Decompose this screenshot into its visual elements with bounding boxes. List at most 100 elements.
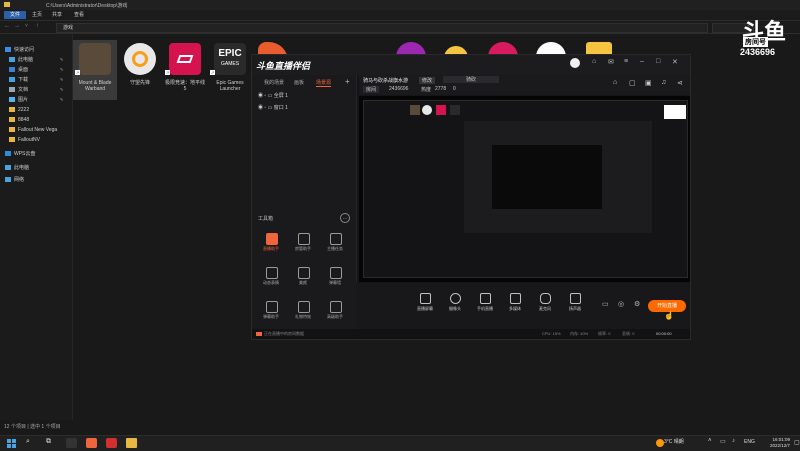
download-icon [9,77,15,83]
nav-folder-8848[interactable]: 8848 [9,116,29,124]
nav-pictures[interactable]: 图片 [9,96,28,104]
store-icon[interactable]: ⌂ [613,79,617,86]
tab-my-scenes[interactable]: 我的场景 [264,79,284,86]
network-icon[interactable]: ▭ [720,438,726,445]
tool-beauty[interactable]: 美颜 [288,267,318,289]
room-label: 房间号 [743,37,768,47]
record-video-icon[interactable]: ▭ [602,300,609,308]
avatar[interactable] [570,58,580,68]
nav-quick-access[interactable]: 快速访问 [5,46,34,54]
nav-folder-fallout-new-vega[interactable]: Fallout New Vega [9,126,57,134]
nav-downloads[interactable]: 下载 [9,76,28,84]
maximize-icon[interactable]: □ [656,58,660,65]
pc-icon [5,165,11,171]
speaker-button[interactable]: 扬声器 [562,293,588,319]
weather-icon[interactable] [656,439,664,447]
mouse-cursor-icon: ☝ [664,311,674,320]
tool-live-assistant[interactable]: 直播助手 [256,233,286,255]
search-icon[interactable]: ⌕ [26,438,37,448]
back-arrow-icon[interactable]: ← [4,23,10,29]
up-arrow-icon[interactable]: ↑ [36,23,39,29]
download-icon [266,301,278,313]
tab-file[interactable]: 文件 [4,11,27,19]
mem-stat: 内存: 40% [570,331,589,336]
beauty-icon [298,267,310,279]
hot-label: 热度 [421,87,432,93]
douyu-taskbar-icon[interactable] [86,438,97,448]
tab-share[interactable]: 共享 [46,11,68,19]
eye-icon[interactable]: ◎ [618,300,624,308]
windows-start-icon[interactable] [6,438,17,448]
minimize-icon[interactable]: – [640,58,644,65]
nav-documents[interactable]: 文档 [9,86,28,94]
clock[interactable]: 16:01:09 2022/12/7 [770,437,790,449]
phone-icon [480,293,491,304]
record-icon[interactable]: ▢ [629,79,636,87]
nav-desktop[interactable]: 桌面 [9,66,28,74]
shirt-icon[interactable]: ⌂ [592,58,596,65]
task-view-icon[interactable]: ⧉ [46,438,57,448]
tab-view[interactable]: 查看 [68,11,90,19]
language-indicator[interactable]: ENG [744,439,755,445]
nested-file-icon [410,105,420,115]
video-taskbar-icon[interactable] [106,438,117,448]
nav-this-pc-root[interactable]: 此电脑 [5,164,29,172]
notification-icon[interactable]: ♫ [661,79,666,86]
task-icon [330,233,342,245]
live-title: 骑马与砍杀战旗水游 [363,78,409,84]
tool-danmaku-assistant[interactable]: 弹幕助手 [256,301,286,323]
scene-item[interactable]: ◉ ▫ ▭ 窗口 1 [258,103,288,113]
room-id: 2436696 [389,86,409,92]
close-icon[interactable]: ✕ [672,58,678,66]
message-icon[interactable]: ✉ [608,58,614,66]
menu-icon[interactable]: ≡ [624,58,628,65]
gear-icon[interactable]: ⚙ [634,300,640,308]
more-icon[interactable]: … [340,213,350,223]
nav-folder-falloutnv[interactable]: FalloutNV [9,136,40,144]
tab-home[interactable]: 主页 [26,11,48,19]
weather-text[interactable]: 3°C 晴朗 [664,438,684,445]
screen-capture-button[interactable]: 直播屏幕 [412,293,438,319]
explorer-status: 12 个项目 | 选中 1 个项目 [4,424,61,430]
bottom-toolbar: 直播屏幕 摄像头 手机直播 多媒体 麦克风 扬声器 ▭ ◎ ⚙ 开始直播 ☝ [356,283,690,329]
tool-streamer-task[interactable]: 主播任务 [320,233,350,255]
nav-network[interactable]: 网络 [5,176,24,184]
camera-button[interactable]: 摄像头 [442,293,468,319]
mobile-live-button[interactable]: 手机直播 [472,293,498,319]
address-input[interactable]: 游戏 [56,23,708,33]
add-icon[interactable]: + [345,77,350,86]
nav-folder-2222[interactable]: 2222 [9,106,29,114]
tool-gift-effects[interactable]: 礼物特效 [288,301,318,323]
tab-scene-source[interactable]: 场景源 [316,79,332,87]
document-icon [9,87,15,93]
file-epic-games[interactable]: EPIC GAMES ↗ Epic Games Launcher [208,40,252,100]
chevron-down-icon[interactable]: ˅ [25,23,28,29]
folder-taskbar-icon[interactable] [126,438,137,448]
picture-icon [9,97,15,103]
file-mount-blade[interactable]: ↗ Mount & Blade Warband [73,40,117,100]
folder-icon [9,107,15,113]
app-taskbar-icon[interactable] [66,438,77,448]
forward-arrow-icon[interactable]: → [14,23,20,29]
chevron-up-icon[interactable]: ˄ [708,438,712,444]
tab-canvas[interactable]: 画板 [294,79,304,86]
file-forza-horizon[interactable]: ↗ 极限竞速：地平线 5 [163,40,207,100]
nav-wps-cloud[interactable]: WPS云盘 [5,150,35,158]
share-icon[interactable]: ⋖ [677,79,683,87]
screenshot-icon[interactable]: ▣ [645,79,652,87]
mount-blade-icon [79,43,111,75]
file-overwatch[interactable]: 守望先锋 [118,40,162,100]
tool-emotes[interactable]: 动态表情 [256,267,286,289]
volume-icon[interactable]: ♪ [732,438,735,444]
category-select[interactable]: 骑砍 [443,76,499,83]
media-button[interactable]: 多媒体 [502,293,528,319]
tool-advanced[interactable]: 高级助手 [320,301,350,323]
tool-danmaku-wall[interactable]: 弹幕墙 [320,267,350,289]
edit-title-button[interactable]: 修改 [419,77,436,84]
nav-this-pc[interactable]: 此电脑 [9,56,33,64]
tool-room-admin[interactable]: 房管助手 [288,233,318,255]
notification-icon[interactable]: ▢ [794,439,800,446]
shortcut-arrow-icon: ↗ [165,70,170,75]
microphone-button[interactable]: 麦克风 [532,293,558,319]
scene-item[interactable]: ◉ ▫ ▭ 全屏 1 [258,91,288,101]
